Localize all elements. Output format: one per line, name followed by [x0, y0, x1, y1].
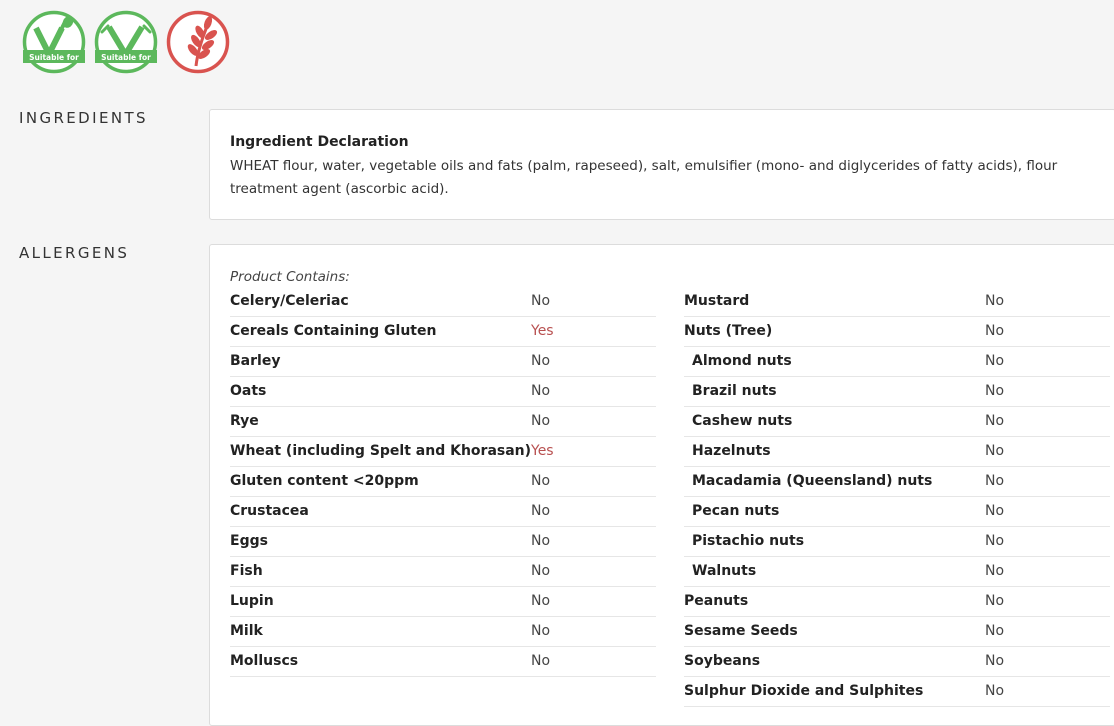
- allergen-value: Yes: [531, 323, 554, 339]
- allergen-row: Macadamia (Queensland) nuts No: [684, 467, 1110, 497]
- allergen-row: Wheat (including Spelt and Khorasan) Yes: [230, 437, 656, 467]
- allergen-row: Soybeans No: [684, 647, 1110, 677]
- allergen-value: No: [531, 533, 551, 549]
- allergen-value: No: [985, 683, 1005, 699]
- allergen-value: No: [531, 503, 551, 519]
- allergen-value: No: [985, 443, 1005, 459]
- allergen-row: Hazelnuts No: [684, 437, 1110, 467]
- ingredients-card: Ingredient Declaration WHEAT flour, wate…: [209, 109, 1114, 220]
- allergen-name: Celery/Celeriac: [230, 293, 349, 309]
- allergen-row: Molluscs No: [230, 647, 656, 677]
- allergen-name: Barley: [230, 353, 281, 369]
- ingredients-section-label: INGREDIENTS: [19, 109, 148, 127]
- allergen-name: Oats: [230, 383, 267, 399]
- allergen-row: Pistachio nuts No: [684, 527, 1110, 557]
- allergen-row: Gluten content <20ppm No: [230, 467, 656, 497]
- allergen-value: No: [985, 503, 1005, 519]
- allergen-value: No: [985, 593, 1005, 609]
- allergen-value: No: [985, 413, 1005, 429]
- allergen-value: No: [985, 323, 1005, 339]
- allergen-row: Rye No: [230, 407, 656, 437]
- allergen-name: Lupin: [230, 593, 274, 609]
- allergen-row: Almond nuts No: [684, 347, 1110, 377]
- allergen-value: No: [985, 293, 1005, 309]
- allergen-value: No: [531, 623, 551, 639]
- badge-caption: Suitable for: [29, 53, 79, 62]
- allergen-row: Sesame Seeds No: [684, 617, 1110, 647]
- allergen-value: No: [985, 383, 1005, 399]
- allergen-value: Yes: [531, 443, 554, 459]
- allergen-name: Molluscs: [230, 653, 299, 669]
- allergen-name: Eggs: [230, 533, 268, 549]
- allergen-name: Sulphur Dioxide and Sulphites: [684, 683, 924, 699]
- allergen-row: Pecan nuts No: [684, 497, 1110, 527]
- allergen-name: Brazil nuts: [692, 383, 777, 399]
- allergen-value: No: [531, 353, 551, 369]
- allergen-name: Fish: [230, 563, 263, 579]
- allergens-left-column: Celery/Celeriac No Cereals Containing Glut…: [230, 287, 656, 677]
- allergen-name: Pistachio nuts: [692, 533, 805, 549]
- allergen-row: Cashew nuts No: [684, 407, 1110, 437]
- allergen-row: Peanuts No: [684, 587, 1110, 617]
- allergen-value: No: [531, 383, 551, 399]
- allergen-value: No: [531, 473, 551, 489]
- allergen-value: No: [985, 623, 1005, 639]
- allergen-name: Cashew nuts: [692, 413, 793, 429]
- allergen-row: Cereals Containing Gluten Yes: [230, 317, 656, 347]
- allergen-value: No: [985, 533, 1005, 549]
- allergen-name: Peanuts: [684, 593, 749, 609]
- allergen-row: Mustard No: [684, 287, 1110, 317]
- allergen-row: Eggs No: [230, 527, 656, 557]
- allergen-row: Sulphur Dioxide and Sulphites No: [684, 677, 1110, 707]
- allergens-section-label: ALLERGENS: [19, 244, 130, 262]
- allergen-name: Wheat (including Spelt and Khorasan): [230, 443, 532, 459]
- allergen-name: Milk: [230, 623, 263, 639]
- allergen-row: Milk No: [230, 617, 656, 647]
- allergen-value: No: [985, 473, 1005, 489]
- allergen-row: Lupin No: [230, 587, 656, 617]
- allergen-value: No: [985, 353, 1005, 369]
- vegan-suitable-icon: Suitable for: [94, 10, 158, 74]
- allergen-name: Gluten content <20ppm: [230, 473, 419, 489]
- allergen-name: Macadamia (Queensland) nuts: [692, 473, 933, 489]
- allergen-row: Fish No: [230, 557, 656, 587]
- product-contains-label: Product Contains:: [230, 269, 350, 285]
- allergen-value: No: [531, 413, 551, 429]
- allergen-row: Barley No: [230, 347, 656, 377]
- allergens-right-column: Mustard No Nuts (Tree) No Almond nuts No Brazi…: [684, 287, 1110, 707]
- allergen-value: No: [985, 653, 1005, 669]
- vegetarian-suitable-icon: Suitable for: [22, 10, 86, 74]
- allergen-name: Cereals Containing Gluten: [230, 323, 437, 339]
- allergen-row: Nuts (Tree) No: [684, 317, 1110, 347]
- allergen-name: Almond nuts: [692, 353, 792, 369]
- allergen-row: Crustacea No: [230, 497, 656, 527]
- contains-gluten-wheat-icon: [166, 10, 230, 74]
- ingredient-declaration-text: WHEAT flour, water, vegetable oils and f…: [230, 158, 1058, 197]
- allergen-name: Nuts (Tree): [684, 323, 773, 339]
- allergens-card: Product Contains: Celery/Celeriac No Cerea…: [209, 244, 1114, 726]
- allergen-value: No: [985, 563, 1005, 579]
- allergen-name: Soybeans: [684, 653, 761, 669]
- badge-caption: Suitable for: [101, 53, 151, 62]
- ingredient-declaration-title: Ingredient Declaration: [230, 134, 409, 150]
- allergen-value: No: [531, 593, 551, 609]
- allergen-name: Hazelnuts: [692, 443, 771, 459]
- allergen-name: Rye: [230, 413, 259, 429]
- allergen-name: Mustard: [684, 293, 750, 309]
- allergen-value: No: [531, 653, 551, 669]
- allergen-name: Walnuts: [692, 563, 757, 579]
- allergen-row: Walnuts No: [684, 557, 1110, 587]
- allergen-name: Crustacea: [230, 503, 309, 519]
- allergen-value: No: [531, 293, 551, 309]
- allergen-row: Oats No: [230, 377, 656, 407]
- allergen-value: No: [531, 563, 551, 579]
- allergen-name: Sesame Seeds: [684, 623, 798, 639]
- allergen-name: Pecan nuts: [692, 503, 780, 519]
- allergen-row: Brazil nuts No: [684, 377, 1110, 407]
- allergen-row: Celery/Celeriac No: [230, 287, 656, 317]
